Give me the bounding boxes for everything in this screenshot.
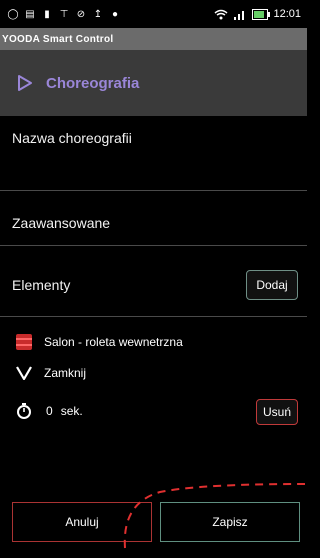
choreography-name-field[interactable]: Nazwa choreografii	[12, 130, 132, 146]
chevron-down-icon	[16, 366, 32, 380]
advanced-section[interactable]: Zaawansowane	[12, 215, 110, 231]
upload-icon: ↥	[93, 8, 103, 20]
divider	[0, 245, 307, 246]
notification-icons: ◯ ▤ ▮ ⊤ ⊘ ↥ ●	[0, 8, 120, 20]
system-indicators: 12:01	[214, 8, 307, 20]
element-device-row[interactable]: Salon - roleta wewnetrzna	[16, 334, 183, 350]
add-element-button[interactable]: Dodaj	[246, 270, 298, 300]
roller-blind-icon	[16, 334, 32, 350]
message-icon: ▤	[25, 8, 35, 20]
delay-unit: sek.	[60, 404, 83, 418]
action-label: Zamknij	[44, 366, 87, 380]
battery-icon	[252, 8, 271, 20]
action-bar: Choreografia	[0, 50, 307, 116]
divider	[0, 316, 307, 317]
wifi-icon	[214, 9, 228, 19]
stopwatch-icon	[17, 403, 31, 419]
screen-title: Choreografia	[46, 74, 140, 92]
clock: 12:01	[273, 8, 301, 20]
status-bar: ◯ ▤ ▮ ⊤ ⊘ ↥ ● 12:01	[0, 0, 307, 28]
circle-icon: ◯	[7, 8, 19, 20]
remove-element-button[interactable]: Usuń	[256, 399, 298, 425]
element-delay-row[interactable]: 0 sek.	[16, 402, 83, 420]
delay-value: 0	[46, 404, 53, 418]
cancel-button[interactable]: Anuluj	[12, 502, 152, 542]
device-name: Salon - roleta wewnetrzna	[44, 335, 183, 349]
alarm-icon: ⊘	[76, 8, 86, 20]
window-title: YOODA Smart Control	[2, 33, 114, 45]
robot-icon: ●	[111, 8, 119, 20]
divider	[0, 190, 307, 191]
choreography-play-icon[interactable]	[16, 74, 34, 92]
pin-icon: ⊤	[59, 8, 69, 20]
element-action-row[interactable]: Zamknij	[16, 366, 86, 380]
signal-icon	[234, 10, 245, 20]
elements-label: Elementy	[12, 277, 71, 293]
window-title-bar: YOODA Smart Control	[0, 28, 307, 50]
save-button[interactable]: Zapisz	[160, 502, 300, 542]
document-icon: ▮	[44, 8, 50, 20]
